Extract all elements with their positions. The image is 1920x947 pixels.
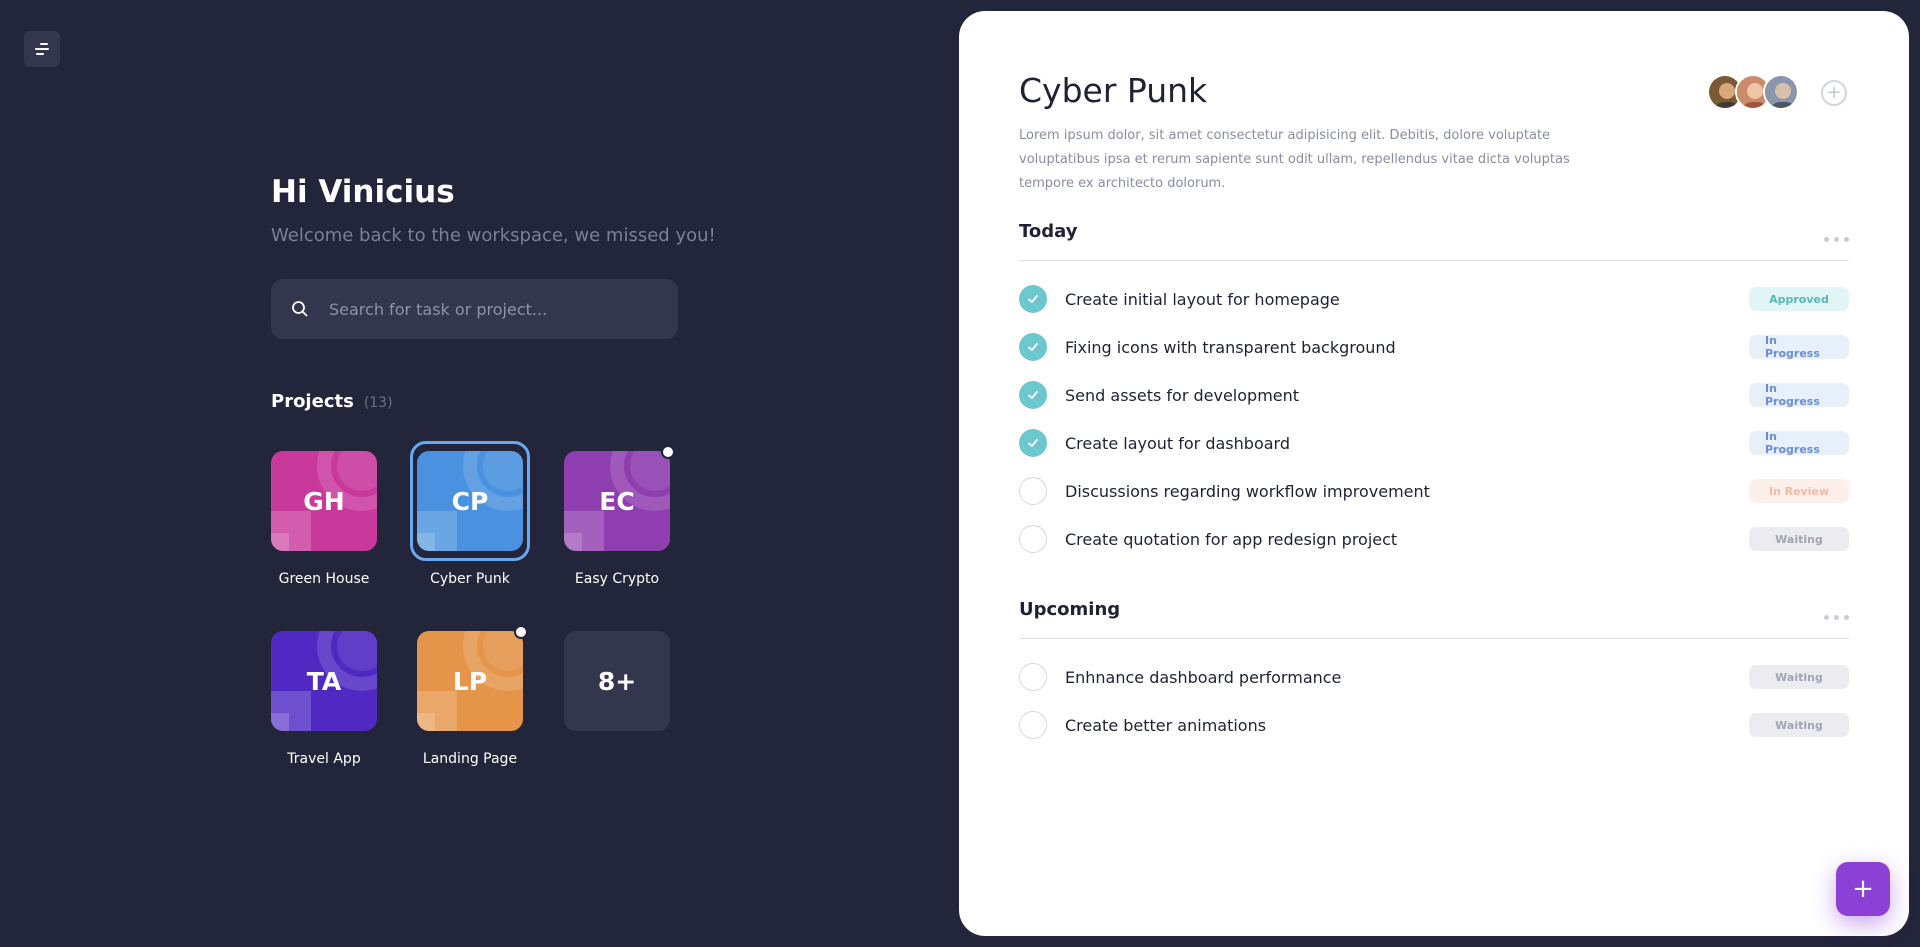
task-text: Send assets for development xyxy=(1065,385,1300,405)
task-row: Create quotation for app redesign projec… xyxy=(1019,524,1849,554)
project-tile: GH xyxy=(271,451,377,551)
status-badge: In Progress xyxy=(1749,334,1849,360)
project-description: Lorem ipsum dolor, sit amet consectetur … xyxy=(1019,128,1570,191)
projects-count: (13) xyxy=(363,395,393,411)
project-initials: CP xyxy=(451,486,489,516)
check-icon xyxy=(1028,343,1038,351)
project-tile-frame-selected: CP xyxy=(410,441,530,561)
section-label: Upcoming xyxy=(1019,599,1121,620)
project-tile-frame: 8+ xyxy=(557,621,677,741)
check-icon xyxy=(1028,439,1038,447)
project-initials: LP xyxy=(452,666,488,696)
project-name: Travel App xyxy=(287,751,361,767)
project-tile: LP xyxy=(417,631,523,731)
search-input[interactable] xyxy=(329,299,669,319)
project-title: Cyber Punk xyxy=(1019,71,1208,110)
task-text: Fixing icons with transparent background xyxy=(1065,337,1396,357)
projects-label: Projects xyxy=(271,391,354,412)
project-tile: TA xyxy=(271,631,377,731)
task-text: Create quotation for app redesign projec… xyxy=(1065,529,1398,549)
greeting: Hi Vinicius xyxy=(271,174,455,210)
section-upcoming: Upcoming xyxy=(1019,599,1849,639)
project-tile: EC xyxy=(564,451,670,551)
section-today: Today xyxy=(1019,221,1849,261)
project-easy-crypto[interactable]: EC Easy Crypto xyxy=(544,441,690,591)
project-landing-page[interactable]: LP Landing Page xyxy=(397,621,543,771)
member-avatars xyxy=(1707,74,1799,110)
status-badge: Waiting xyxy=(1749,665,1849,689)
checkbox-checked[interactable] xyxy=(1019,429,1047,457)
task-text: Create layout for dashboard xyxy=(1065,433,1290,453)
project-tile: CP xyxy=(417,451,523,551)
project-name: Easy Crypto xyxy=(574,571,660,587)
project-initials: EC xyxy=(599,486,635,516)
task-row: Fixing icons with transparent background… xyxy=(1019,332,1849,362)
task-text: Enhnance dashboard performance xyxy=(1065,667,1342,687)
checkbox-unchecked[interactable] xyxy=(1019,525,1047,553)
add-task-button[interactable]: + xyxy=(1836,862,1890,916)
checkbox-unchecked[interactable] xyxy=(1019,711,1047,739)
checkbox-unchecked[interactable] xyxy=(1019,663,1047,691)
task-row: Create layout for dashboard In Progress xyxy=(1019,428,1849,458)
search-bar[interactable] xyxy=(271,279,678,339)
menu-icon[interactable] xyxy=(24,31,60,67)
welcome-subtitle: Welcome back to the workspace, we missed… xyxy=(271,225,716,246)
task-row: Send assets for development In Progress xyxy=(1019,380,1849,410)
search-icon xyxy=(292,301,308,317)
status-badge: In Review xyxy=(1749,479,1849,503)
project-tile-frame: GH xyxy=(264,441,384,561)
task-row: Create initial layout for homepage Appro… xyxy=(1019,284,1849,314)
status-badge: Waiting xyxy=(1749,713,1849,737)
section-label: Today xyxy=(1019,221,1078,242)
projects-header: Projects (13) xyxy=(271,391,393,412)
notification-dot xyxy=(514,625,528,639)
project-name: Cyber Punk xyxy=(430,571,510,587)
task-text: Discussions regarding workflow improveme… xyxy=(1065,481,1430,501)
task-row: Discussions regarding workflow improveme… xyxy=(1019,476,1849,506)
project-tile-frame: EC xyxy=(557,441,677,561)
project-cyber-punk[interactable]: CP Cyber Punk xyxy=(397,441,543,591)
checkbox-checked[interactable] xyxy=(1019,285,1047,313)
project-tile-frame: TA xyxy=(264,621,384,741)
project-green-house[interactable]: GH Green House xyxy=(251,441,397,591)
project-tile-more: 8+ xyxy=(564,631,670,731)
project-initials: GH xyxy=(303,486,345,516)
add-member-button[interactable]: + xyxy=(1821,80,1847,106)
avatar[interactable] xyxy=(1763,74,1799,110)
check-icon xyxy=(1028,295,1038,303)
more-options-icon[interactable] xyxy=(1824,615,1849,620)
more-options-icon[interactable] xyxy=(1824,237,1849,242)
status-badge: Approved xyxy=(1749,287,1849,311)
project-tile-frame: LP xyxy=(410,621,530,741)
task-row: Create better animations Waiting xyxy=(1019,710,1849,740)
status-badge: In Progress xyxy=(1749,382,1849,408)
more-projects-button[interactable]: 8+ xyxy=(544,621,690,771)
checkbox-checked[interactable] xyxy=(1019,381,1047,409)
notification-dot xyxy=(661,445,675,459)
task-text: Create better animations xyxy=(1065,715,1267,735)
project-name: Landing Page xyxy=(422,751,518,767)
status-badge: In Progress xyxy=(1749,430,1849,456)
checkbox-checked[interactable] xyxy=(1019,333,1047,361)
checkbox-unchecked[interactable] xyxy=(1019,477,1047,505)
task-text: Create initial layout for homepage xyxy=(1065,289,1340,309)
status-badge: Waiting xyxy=(1749,527,1849,551)
project-initials: TA xyxy=(306,666,342,696)
check-icon xyxy=(1028,391,1038,399)
more-count: 8+ xyxy=(597,666,637,696)
project-detail-panel: Cyber Punk Lorem ipsum dolor, sit amet c… xyxy=(959,11,1909,936)
project-name: Green House xyxy=(278,571,370,587)
project-travel-app[interactable]: TA Travel App xyxy=(251,621,397,771)
task-row: Enhnance dashboard performance Waiting xyxy=(1019,662,1849,692)
